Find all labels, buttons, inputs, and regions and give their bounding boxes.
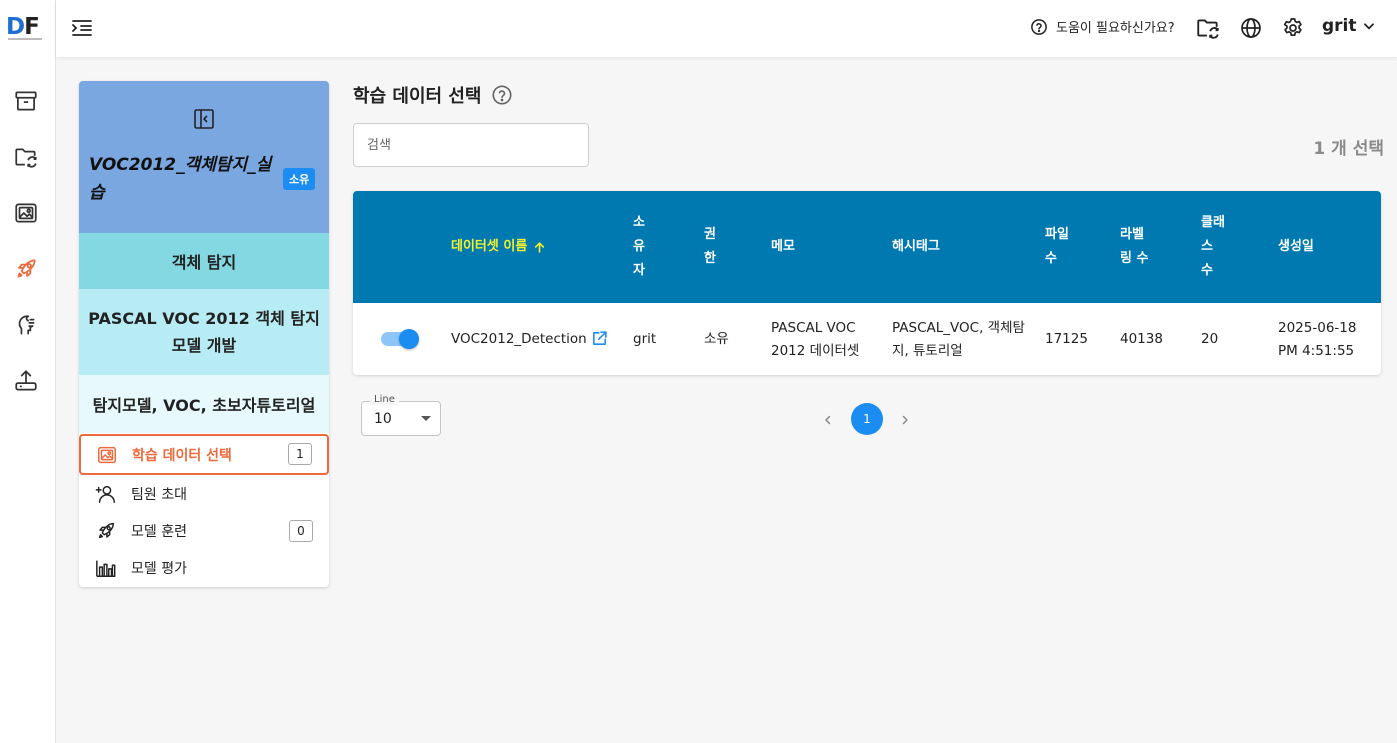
chevron-down-icon [1363,23,1374,30]
cell-dataset-name[interactable]: VOC2012_Detection [451,328,587,351]
gear-icon[interactable] [1280,15,1306,41]
menu-item-model-training[interactable]: 모델 훈련 0 [79,512,329,549]
row-select-toggle[interactable] [381,329,419,349]
project-header: VOC2012_객체탐지_실습 소유 [79,81,329,233]
left-rail: DF [0,0,56,743]
ownership-badge: 소유 [283,168,316,190]
cell-memo: PASCAL VOC 2012 데이터셋 [771,320,860,359]
page-title-text: 학습 데이터 선택 [353,86,482,107]
archive-box-icon[interactable] [10,85,42,117]
cell-permission: 소유 [704,331,729,347]
image-icon [96,444,118,466]
cell-files: 17125 [1045,331,1088,347]
menu-item-model-evaluation[interactable]: 모델 평가 [79,549,329,586]
cell-owner: grit [633,331,657,347]
help-link[interactable]: 도움이 필요하신가요? [1030,17,1175,36]
column-header-memo[interactable]: 메모 [771,235,795,259]
page-button-current[interactable]: 1 [851,403,883,435]
page-title: 학습 데이터 선택 [353,82,513,108]
column-header-classes[interactable]: 클래 스 수 [1201,211,1225,283]
top-bar: 도움이 필요하신가요? grit [56,0,1397,57]
folder-sync-icon[interactable] [10,141,42,173]
column-header-files[interactable]: 파일 수 [1045,223,1069,271]
menu-item-label: 모델 평가 [131,560,187,577]
image-icon[interactable] [10,197,42,229]
cell-created: 2025-06-18 PM 4:51:55 [1278,320,1357,359]
external-link-icon[interactable] [591,330,608,351]
menu-item-invite-members[interactable]: 팀원 초대 [79,475,329,512]
count-badge: 0 [289,520,313,542]
chevron-left-icon[interactable] [820,410,836,430]
project-title: VOC2012_객체탐지_실습 [89,155,272,203]
help-text: 도움이 필요하신가요? [1056,21,1175,36]
logo-underline [8,38,42,40]
project-description: PASCAL VOC 2012 객체 탐지 모델 개발 [79,289,329,375]
count-badge: 1 [288,443,312,465]
column-header-permission[interactable]: 권 한 [704,223,716,271]
cell-hashtags: PASCAL_VOC, 객체탐 지, 튜토리얼 [892,320,1025,359]
add-user-icon [95,483,117,505]
selected-count: 1 개 선택 [1313,139,1384,159]
logo[interactable]: DF [6,14,40,40]
user-menu[interactable]: grit [1322,16,1376,36]
menu-item-select-training-data[interactable]: 학습 데이터 선택 1 [79,434,329,475]
help-circle-icon [1031,18,1047,35]
table-header: 데이터셋 이름 소 유 자 권 한 메모 해시태그 파일 수 라벨 링 수 클래… [353,191,1381,303]
caret-down-icon [421,416,431,421]
sort-ascending-icon [535,241,545,253]
menu-item-label: 팀원 초대 [131,486,187,503]
cell-classes: 20 [1201,331,1219,347]
menu-item-label: 학습 데이터 선택 [132,447,232,464]
help-circle-icon[interactable] [491,84,513,106]
upload-icon[interactable] [10,365,42,397]
column-header-hashtags[interactable]: 해시태그 [892,235,940,259]
project-task: 객체 탐지 [79,233,329,289]
rows-per-page-value: 10 [374,411,392,427]
project-panel: VOC2012_객체탐지_실습 소유 객체 탐지 PASCAL VOC 2012… [79,81,329,587]
chevron-right-icon[interactable] [897,410,913,430]
bar-chart-icon [95,557,117,579]
brain-head-icon[interactable] [10,309,42,341]
collapse-panel-icon[interactable] [191,106,217,132]
rows-per-page-label: Line [370,394,399,405]
menu-toggle-icon[interactable] [68,14,96,42]
cell-labels: 40138 [1120,331,1163,347]
search-input[interactable] [353,123,589,167]
table-row[interactable]: VOC2012_Detection grit 소유 PASCAL VOC 201… [353,303,1381,375]
menu-item-label: 모델 훈련 [131,523,187,540]
rocket-icon [95,520,117,542]
globe-icon[interactable] [1238,15,1264,41]
column-header-name[interactable]: 데이터셋 이름 [451,235,546,259]
dataset-table: 데이터셋 이름 소 유 자 권 한 메모 해시태그 파일 수 라벨 링 수 클래… [353,191,1381,375]
project-tags: 탐지모델, VOC, 초보자튜토리얼 [79,375,329,433]
column-header-labels[interactable]: 라벨 링 수 [1120,223,1148,271]
rows-per-page-select[interactable]: Line 10 [361,394,441,436]
column-header-created[interactable]: 생성일 [1278,235,1314,259]
project-menu: 학습 데이터 선택 1 팀원 초대 모델 훈련 0 모델 평가 [79,433,329,586]
folder-sync-icon[interactable] [1195,15,1221,41]
rocket-icon[interactable] [10,253,42,285]
column-header-owner[interactable]: 소 유 자 [633,211,645,283]
user-name: grit [1322,16,1357,36]
